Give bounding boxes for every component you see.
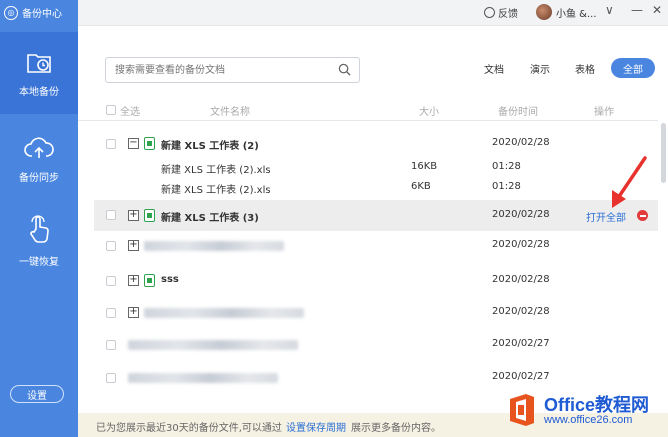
chat-bubble-icon [484, 7, 495, 18]
expand-icon[interactable]: + [128, 307, 139, 318]
search-input[interactable] [106, 58, 326, 82]
table-row[interactable]: + 2020/02/28 [94, 302, 658, 324]
chevron-down-icon[interactable]: ∨ [605, 3, 614, 17]
settings-button[interactable]: 设置 [10, 385, 64, 403]
footer-text: 已为您展示最近30天的备份文件,可以通过 [96, 423, 282, 434]
backup-date: 2020/02/28 [492, 209, 550, 220]
expand-icon[interactable]: + [128, 210, 139, 221]
sidebar-item-label: 本地备份 [19, 86, 59, 98]
group-name: sss [161, 274, 179, 285]
backup-logo-icon: ◎ [4, 5, 18, 20]
backup-date: 2020/02/27 [492, 371, 550, 382]
row-checkbox[interactable] [106, 373, 116, 383]
main-panel: 文档 演示 表格 全部 全选 文件名称 大小 备份时间 操作 − 新建 XLS … [78, 27, 668, 437]
close-icon[interactable]: ✕ [652, 3, 662, 17]
app-title-label: 备份中心 [22, 9, 62, 20]
expand-icon[interactable]: + [128, 240, 139, 251]
table-row[interactable]: + sss 2020/02/28 [94, 270, 658, 292]
minimize-icon[interactable]: — [631, 3, 643, 17]
xls-file-icon [144, 274, 155, 287]
table-row[interactable]: 新建 XLS 工作表 (2).xls 16KB 01:28 [94, 157, 658, 179]
user-name: 小鱼 &... [556, 8, 597, 20]
app-title: ◎ 备份中心 [4, 5, 62, 20]
file-size: 16KB [411, 161, 438, 172]
column-action: 操作 [594, 107, 614, 118]
file-name: 新建 XLS 工作表 (2).xls [161, 185, 271, 196]
sidebar-item-label: 备份同步 [19, 172, 59, 184]
collapse-icon[interactable]: − [128, 138, 139, 149]
blurred-file-name [128, 373, 278, 383]
avatar [536, 4, 552, 20]
filter-all[interactable]: 全部 [611, 58, 655, 78]
sidebar-item-backup-sync[interactable]: 备份同步 [0, 118, 78, 200]
column-size: 大小 [419, 107, 439, 118]
folder-clock-icon [27, 53, 51, 73]
user-menu[interactable]: 小鱼 &... [536, 4, 597, 20]
title-bar: 反馈 小鱼 &... ∨ — ✕ [78, 0, 668, 26]
sidebar-item-local-backup[interactable]: 本地备份 [0, 32, 78, 114]
feedback-button[interactable]: 反馈 [484, 5, 518, 20]
select-all-label: 全选 [120, 107, 140, 118]
hand-pointer-icon [30, 214, 49, 243]
filter-ppt[interactable]: 演示 [530, 61, 550, 76]
row-checkbox[interactable] [106, 210, 116, 220]
table-row-highlighted[interactable]: + 新建 XLS 工作表 (3) 2020/02/28 打开全部 [94, 200, 658, 231]
watermark-url: www.office26.com [544, 414, 633, 426]
search-box [105, 57, 360, 83]
blurred-file-name [128, 340, 298, 350]
select-all-checkbox[interactable] [106, 105, 116, 115]
blurred-file-name [144, 241, 284, 251]
sidebar-item-one-click-restore[interactable]: 一键恢复 [0, 200, 78, 282]
file-name: 新建 XLS 工作表 (2).xls [161, 165, 271, 176]
backup-date: 2020/02/28 [492, 137, 550, 148]
xls-file-icon [144, 137, 155, 150]
backup-time: 01:28 [492, 161, 521, 172]
column-name: 文件名称 [210, 107, 250, 118]
footer-text-after: 展示更多备份内容。 [351, 423, 441, 434]
filter-doc[interactable]: 文档 [484, 61, 504, 76]
table-row[interactable]: + 2020/02/28 [94, 235, 658, 257]
row-checkbox[interactable] [106, 276, 116, 286]
search-icon[interactable] [338, 63, 351, 76]
row-checkbox[interactable] [106, 241, 116, 251]
backup-time: 01:28 [492, 181, 521, 192]
expand-icon[interactable]: + [128, 275, 139, 286]
office-logo-icon [510, 394, 534, 426]
backup-date: 2020/02/28 [492, 306, 550, 317]
backup-date: 2020/02/28 [492, 274, 550, 285]
set-retention-link[interactable]: 设置保存周期 [286, 419, 346, 434]
feedback-label: 反馈 [498, 9, 518, 20]
table-row[interactable]: 2020/02/27 [94, 334, 658, 356]
group-name: 新建 XLS 工作表 (3) [161, 213, 259, 224]
row-checkbox[interactable] [106, 308, 116, 318]
file-size: 6KB [411, 181, 431, 192]
backup-date: 2020/02/28 [492, 239, 550, 250]
sidebar-item-label: 一键恢复 [19, 256, 59, 268]
table-header: 全选 文件名称 大小 备份时间 操作 [78, 99, 658, 121]
row-checkbox[interactable] [106, 340, 116, 350]
open-all-button[interactable]: 打开全部 [586, 209, 626, 224]
column-time: 备份时间 [498, 107, 538, 118]
table-row[interactable]: − 新建 XLS 工作表 (2) 2020/02/28 [94, 133, 658, 155]
watermark: Office教程网 www.office26.com [498, 384, 668, 437]
filter-sheet[interactable]: 表格 [575, 61, 595, 76]
backup-date: 2020/02/27 [492, 338, 550, 349]
blurred-file-name [144, 308, 304, 318]
group-name: 新建 XLS 工作表 (2) [161, 141, 259, 152]
table-row[interactable]: 新建 XLS 工作表 (2).xls 6KB 01:28 [94, 177, 658, 199]
sidebar: ◎ 备份中心 本地备份 备份同步 一键恢复 设置 [0, 0, 78, 437]
xls-file-icon [144, 209, 155, 222]
cloud-upload-icon [24, 136, 54, 158]
row-checkbox[interactable] [106, 139, 116, 149]
scrollbar[interactable] [661, 123, 666, 183]
delete-icon[interactable] [637, 210, 648, 221]
